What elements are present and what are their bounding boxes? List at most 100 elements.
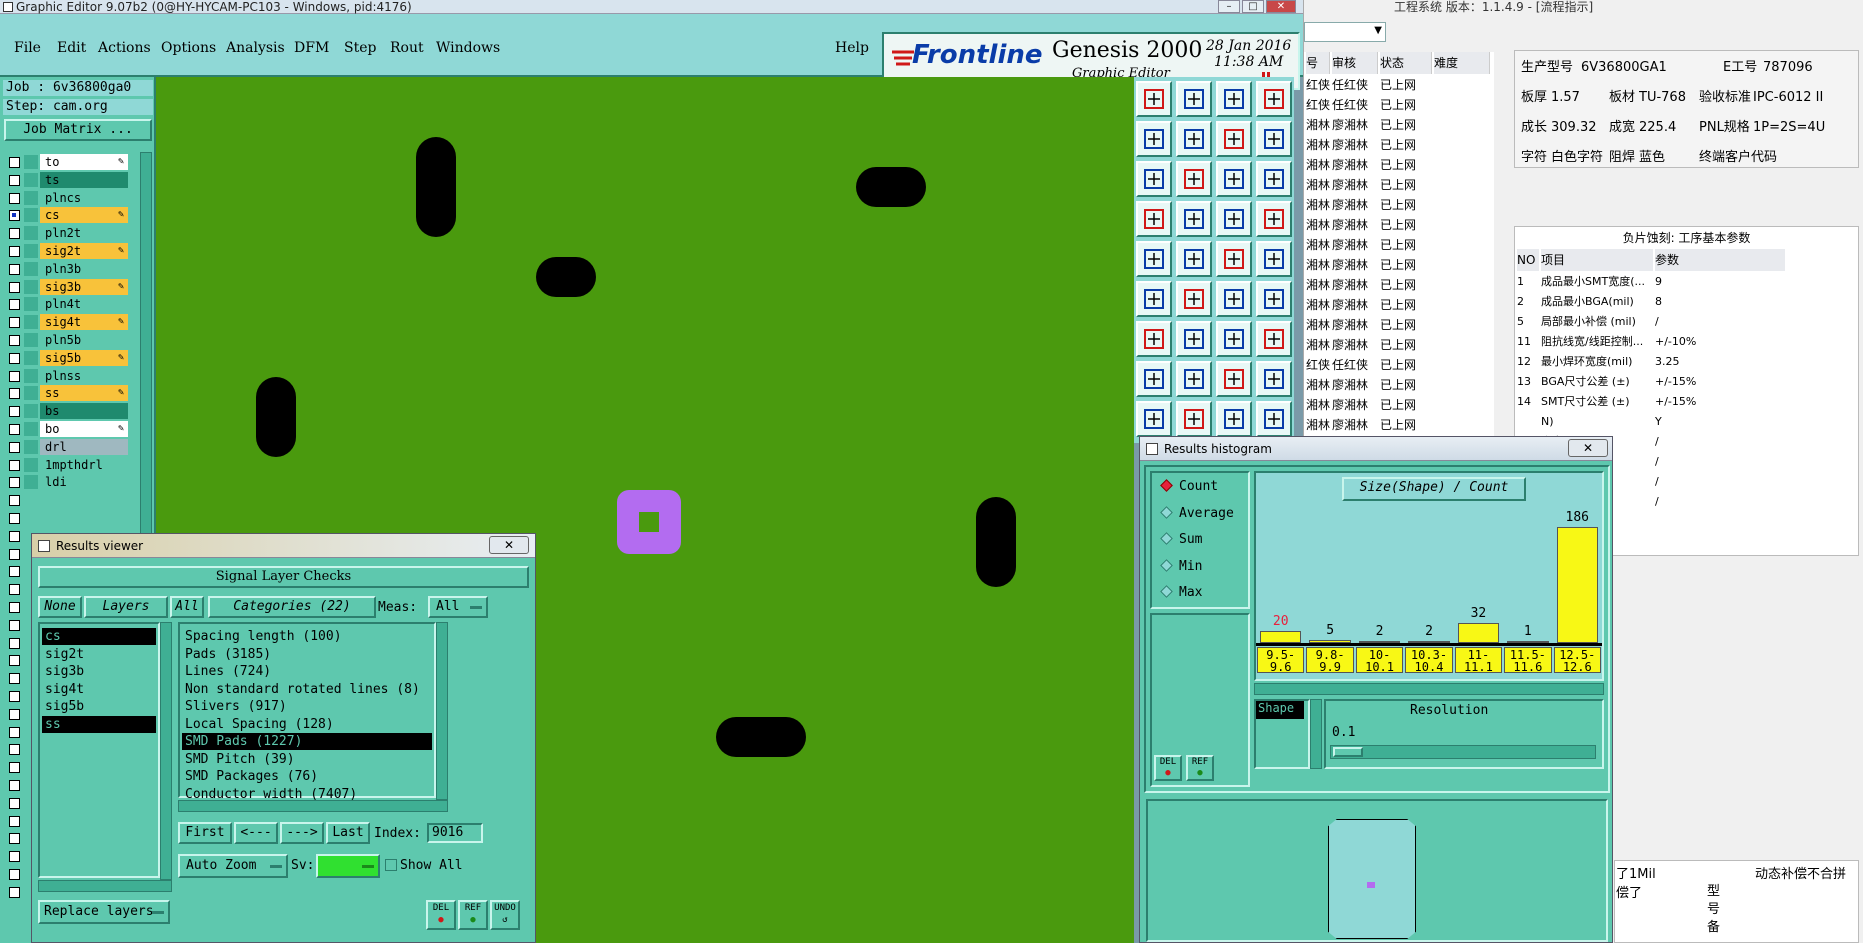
net-icon[interactable] xyxy=(1136,281,1172,317)
first-button[interactable]: First xyxy=(178,822,232,844)
results-viewer-titlebar[interactable]: Results viewer ✕ xyxy=(32,534,535,558)
layer-checkbox[interactable] xyxy=(9,424,20,435)
next-button[interactable]: ---> xyxy=(280,822,324,844)
all-button[interactable]: All xyxy=(170,596,204,618)
auto-zoom-dropdown[interactable]: Auto Zoom xyxy=(178,854,288,878)
mode-radio-sum[interactable]: Sum xyxy=(1160,532,1202,547)
layer-name[interactable]: pln2t xyxy=(40,225,128,242)
menu-edit[interactable]: Edit xyxy=(57,40,86,56)
menu-windows[interactable]: Windows xyxy=(436,40,500,56)
layer-row[interactable]: plnss xyxy=(6,367,128,384)
layer-list-item[interactable]: sig2t xyxy=(42,646,156,663)
category-scrollbar[interactable] xyxy=(436,622,448,800)
layer-checkbox[interactable] xyxy=(9,886,20,898)
layer-row[interactable]: pln4t xyxy=(6,296,128,313)
layer-name[interactable]: ts xyxy=(40,171,128,188)
layer-checkbox[interactable] xyxy=(9,762,20,774)
layer-checkbox[interactable] xyxy=(9,797,20,809)
menu-options[interactable]: Options xyxy=(161,40,216,56)
layer-checkbox[interactable] xyxy=(9,869,20,880)
mode-radio-average[interactable]: Average xyxy=(1160,506,1234,521)
copy-icon[interactable] xyxy=(1176,241,1212,277)
slash-icon[interactable] xyxy=(1176,321,1212,357)
last-button[interactable]: Last xyxy=(326,822,370,844)
layer-row[interactable]: sig4t ✎ xyxy=(6,314,128,331)
resolution-slider-handle[interactable] xyxy=(1333,747,1363,757)
move-icon[interactable] xyxy=(1136,161,1172,197)
layer-checkbox[interactable] xyxy=(9,851,20,863)
mode-radio-max[interactable]: Max xyxy=(1160,585,1202,600)
layer-checkbox[interactable] xyxy=(9,833,20,845)
layer-row[interactable]: ss ✎ xyxy=(6,385,128,402)
layer-name[interactable]: sig2t ✎ xyxy=(40,243,128,259)
layer-list-item[interactable]: sig4t xyxy=(42,681,156,698)
layer-checkbox[interactable] xyxy=(9,406,20,418)
layer-checkbox[interactable] xyxy=(9,263,20,275)
layer-name[interactable]: sig4t ✎ xyxy=(40,314,128,331)
layer-name[interactable]: pln3b xyxy=(40,260,128,277)
layer-checkbox[interactable] xyxy=(9,815,20,827)
layer-checkbox[interactable] xyxy=(9,228,20,240)
layer-checkbox[interactable] xyxy=(9,210,20,222)
categories-button[interactable]: Categories (22) xyxy=(208,596,376,618)
shape-item[interactable]: Shape xyxy=(1256,701,1304,719)
angle-icon[interactable] xyxy=(1136,321,1172,357)
minimize-button[interactable]: – xyxy=(1218,0,1240,13)
layer-checkbox[interactable] xyxy=(9,388,20,400)
category-item[interactable]: Slivers (917) xyxy=(182,698,432,715)
layer-row[interactable]: bo ✎ xyxy=(6,421,128,437)
shape-list[interactable]: Shape xyxy=(1254,699,1310,769)
layer-list-item[interactable]: sig5b xyxy=(42,698,156,715)
layer-checkbox[interactable] xyxy=(9,281,20,293)
category-item[interactable]: SMD Packages (76) xyxy=(182,768,432,785)
peak-icon[interactable] xyxy=(1176,401,1212,437)
layers-button[interactable]: Layers xyxy=(84,596,168,618)
layer-checkbox[interactable] xyxy=(9,441,20,453)
category-item[interactable]: Pads (3185) xyxy=(182,646,432,663)
category-item[interactable]: Lines (724) xyxy=(182,663,432,680)
none-button[interactable]: None xyxy=(38,596,82,618)
layer-name[interactable]: plnss xyxy=(40,367,128,384)
layer-row[interactable]: ldi xyxy=(6,474,128,491)
menu-help[interactable]: Help xyxy=(835,40,869,56)
layer-checkbox[interactable] xyxy=(9,726,20,738)
hist-ref-button[interactable]: REF ● xyxy=(1186,755,1214,781)
layers-icon[interactable] xyxy=(1256,121,1292,157)
category-hscrollbar[interactable] xyxy=(178,800,448,812)
house-icon[interactable] xyxy=(1216,81,1252,117)
peak2-icon[interactable] xyxy=(1216,401,1252,437)
layer-checkbox[interactable] xyxy=(9,708,20,720)
category-item[interactable]: Local Spacing (128) xyxy=(182,716,432,733)
close-button[interactable]: ✕ xyxy=(1266,0,1296,13)
category-item[interactable]: SMD Pitch (39) xyxy=(182,751,432,768)
close-icon[interactable]: ✕ xyxy=(1568,439,1608,457)
mode-radio-count[interactable]: Count xyxy=(1160,479,1218,494)
layer-name[interactable]: plncs xyxy=(40,189,128,206)
layer-row[interactable]: bs xyxy=(6,403,128,420)
layer-checkbox[interactable] xyxy=(9,584,20,596)
layer-checkbox[interactable] xyxy=(9,352,20,364)
layer-checkbox[interactable] xyxy=(9,299,20,311)
layer-name[interactable]: cs ✎ xyxy=(40,207,128,224)
layer-row[interactable]: pln3b xyxy=(6,260,128,277)
arrow-right-icon[interactable] xyxy=(1176,121,1212,157)
line-red-icon[interactable] xyxy=(1216,281,1252,317)
results-layer-list[interactable]: cs sig2t sig3b sig4t sig5b ss xyxy=(38,622,160,878)
layer-row[interactable]: drl xyxy=(6,438,128,455)
layer-checkbox[interactable] xyxy=(9,459,20,471)
layer-checkbox[interactable] xyxy=(9,637,20,649)
layer-checkbox[interactable] xyxy=(9,157,20,168)
layer-row[interactable]: 1mpthdrl xyxy=(6,456,128,473)
layer-checkbox[interactable] xyxy=(9,691,20,702)
table-red2-icon[interactable] xyxy=(1256,201,1292,237)
layer-checkbox[interactable] xyxy=(9,335,20,346)
resolution-slider[interactable] xyxy=(1330,745,1596,759)
layer-row[interactable] xyxy=(6,492,124,508)
grid-icon[interactable] xyxy=(1256,81,1292,117)
home-icon[interactable] xyxy=(1136,81,1172,117)
layer-checkbox[interactable] xyxy=(9,370,20,382)
layer-row[interactable]: sig3b ✎ xyxy=(6,278,128,295)
layer-row[interactable]: pln2t xyxy=(6,225,128,242)
layer-name[interactable]: sig3b ✎ xyxy=(40,278,128,295)
category-list[interactable]: Spacing length (100) Pads (3185) Lines (72… xyxy=(178,622,436,802)
